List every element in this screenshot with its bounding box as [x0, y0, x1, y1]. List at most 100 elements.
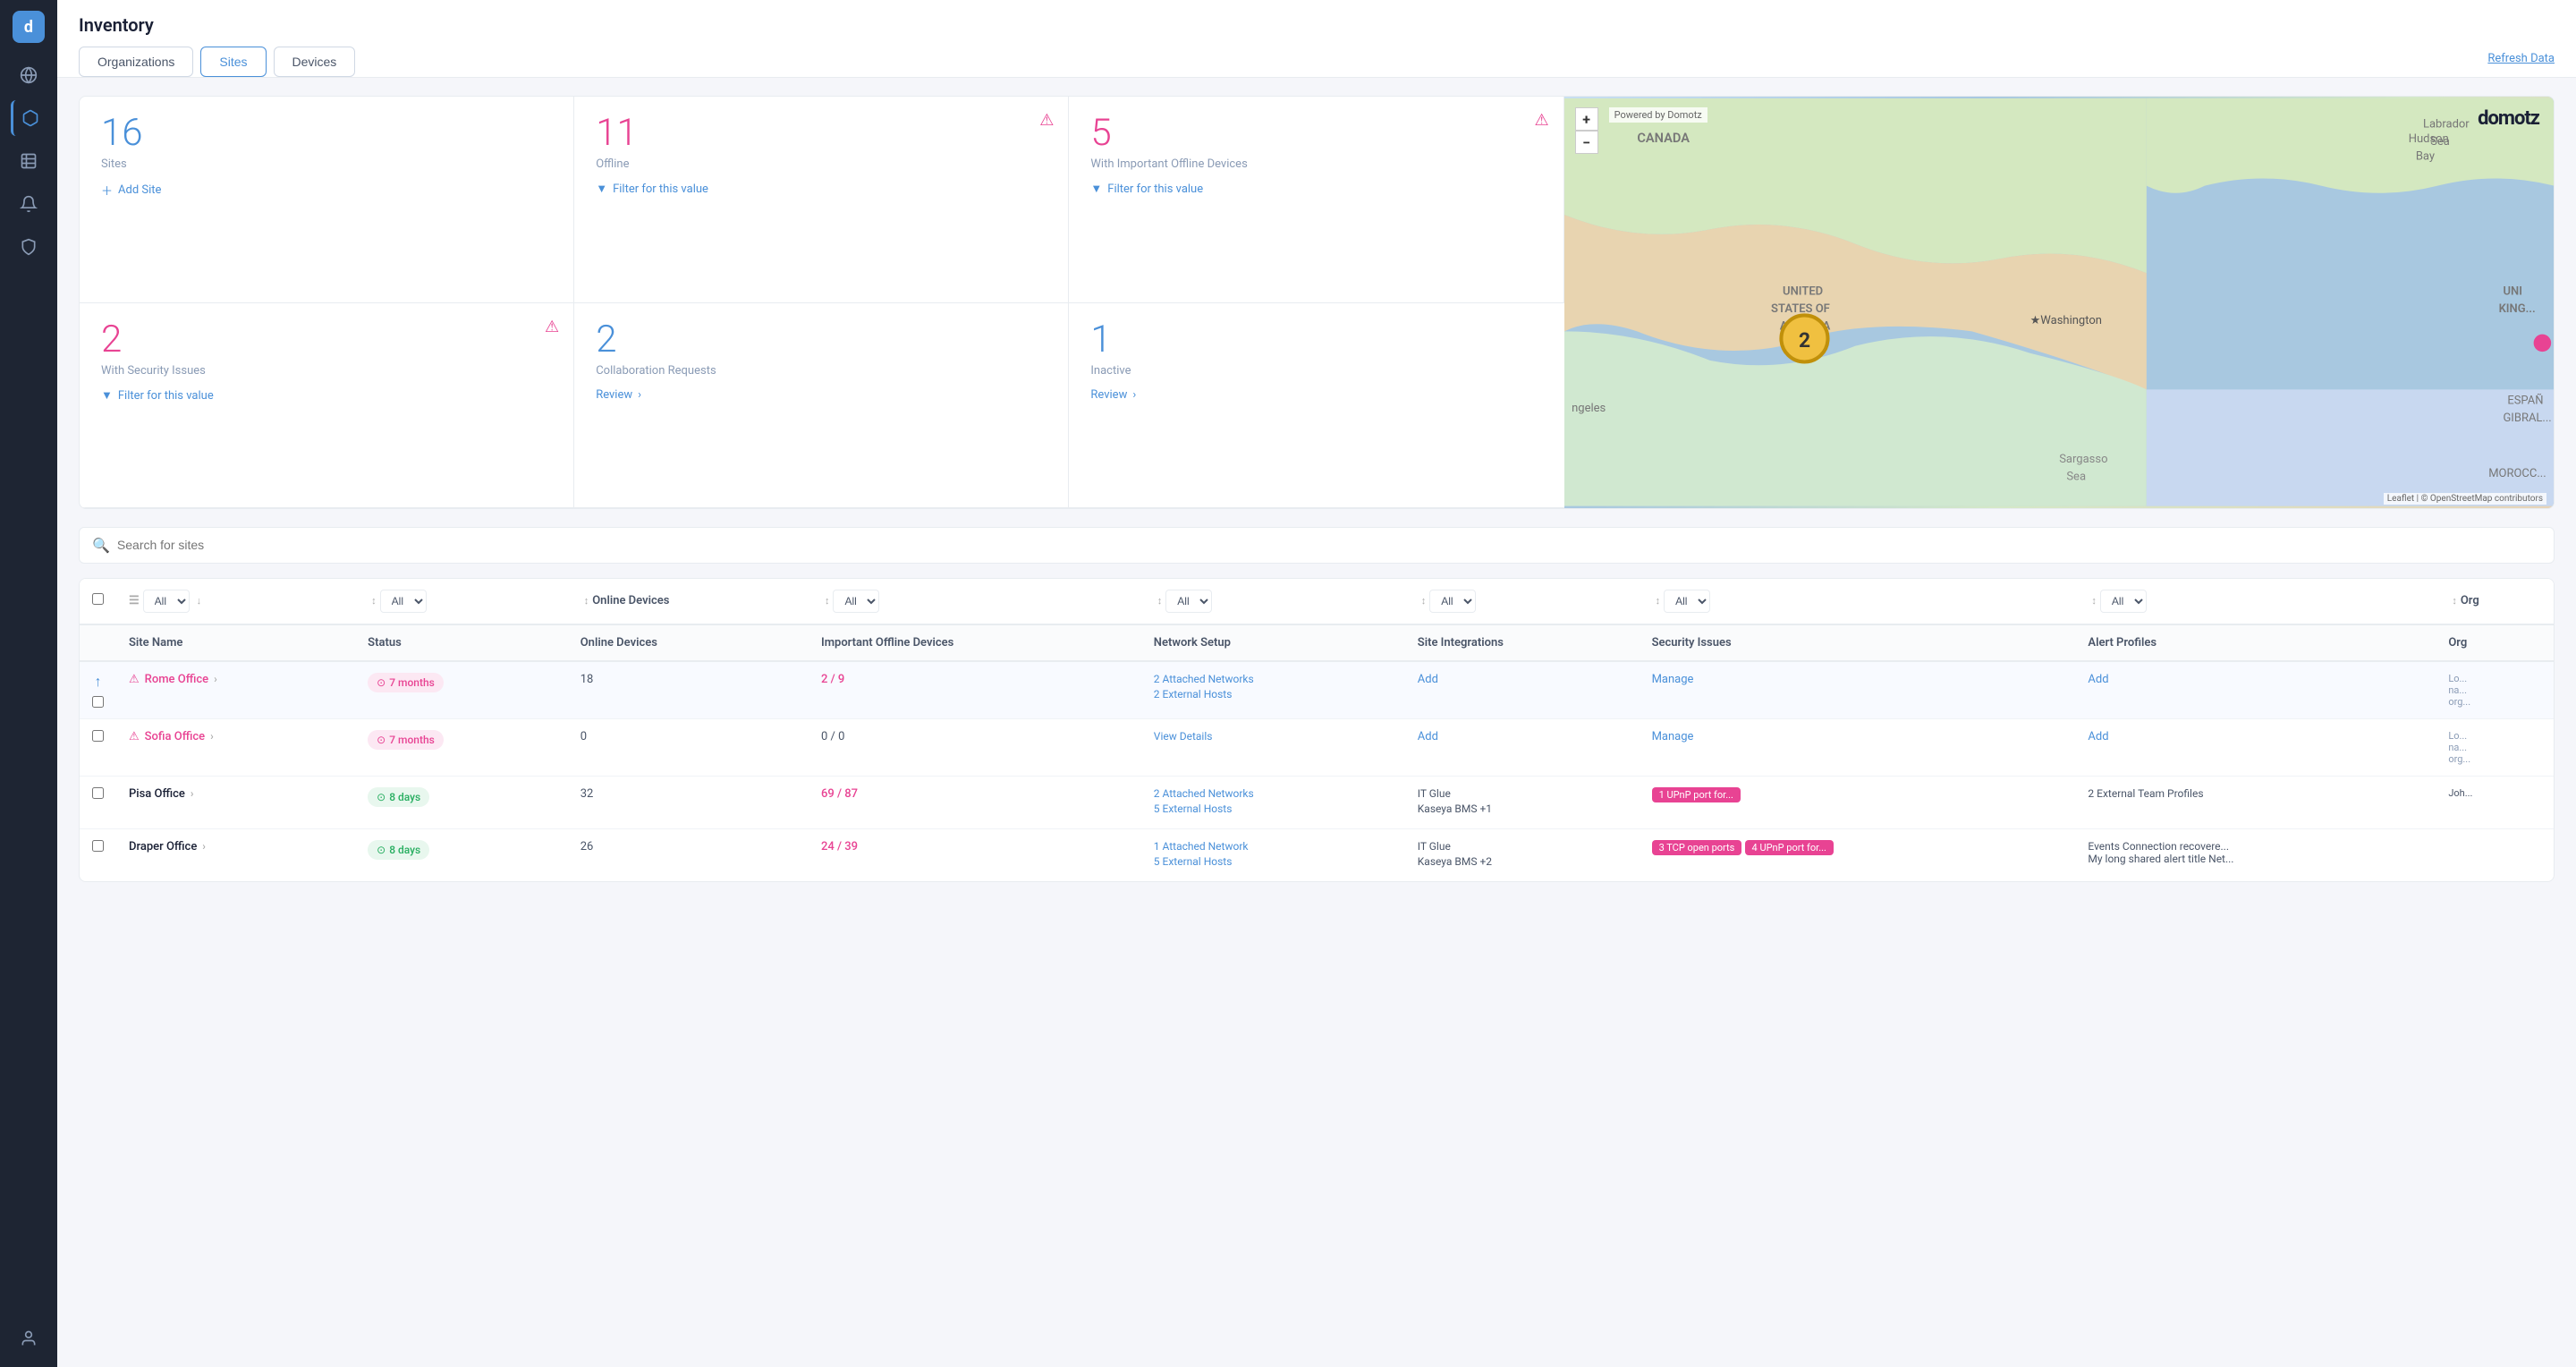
filter-icon-2: ▼: [1090, 182, 1102, 196]
stat-security-number: 2: [101, 321, 552, 359]
row-checkbox[interactable]: [92, 696, 104, 708]
draper-checkbox[interactable]: [92, 840, 104, 852]
sofia-add-integration[interactable]: Add: [1418, 730, 1438, 743]
filter-icon-3: ▼: [101, 388, 113, 403]
tab-sites[interactable]: Sites: [200, 47, 266, 77]
pisa-it-glue: IT Glue: [1418, 787, 1627, 800]
sofia-checkbox[interactable]: [92, 730, 104, 742]
map-zoom-in[interactable]: +: [1575, 107, 1598, 131]
status-filter[interactable]: All: [380, 590, 427, 613]
alerts-filter[interactable]: All: [2100, 590, 2147, 613]
search-input[interactable]: [117, 538, 2541, 552]
sort-icon-offline[interactable]: ↕: [825, 595, 830, 607]
map-attribution: Leaflet | © OpenStreetMap contributors: [2384, 493, 2546, 505]
filter-security-action[interactable]: ▼ Filter for this value: [101, 388, 552, 403]
status-col-header: Status: [355, 624, 568, 661]
pisa-office-link[interactable]: Pisa Office ›: [129, 787, 343, 801]
table-row: Pisa Office › ⊙ 8 days 32 69: [80, 776, 2554, 828]
page-title: Inventory: [79, 14, 2555, 36]
sidebar-item-alerts[interactable]: [11, 186, 47, 222]
header: Inventory Organizations Sites Devices Re…: [57, 0, 2576, 78]
rome-network-1[interactable]: 2 Attached Networks: [1154, 673, 1393, 685]
sofia-office-link[interactable]: ⚠ Sofia Office ›: [129, 730, 343, 743]
draper-tcp-badge: 3 TCP open ports: [1652, 840, 1742, 855]
sort-icon-alerts[interactable]: ↕: [2091, 595, 2097, 607]
network-filter[interactable]: All: [1165, 590, 1212, 613]
pin-button[interactable]: ↑: [93, 673, 104, 692]
draper-network-2[interactable]: 5 External Hosts: [1154, 855, 1393, 868]
pisa-status-badge: ⊙ 8 days: [368, 787, 429, 807]
sofia-status-cell: ⊙ 7 months: [355, 718, 568, 776]
sofia-add-alert[interactable]: Add: [2088, 730, 2108, 743]
sidebar-item-inventory[interactable]: [11, 100, 47, 136]
site-name-col-header: Site Name: [116, 624, 355, 661]
draper-alert-1: Events Connection recovere...: [2088, 840, 2249, 853]
map-zoom-out[interactable]: −: [1575, 131, 1598, 154]
tab-devices[interactable]: Devices: [274, 47, 356, 77]
integration-filter[interactable]: All: [1429, 590, 1476, 613]
pisa-chevron: ›: [191, 787, 194, 800]
offline-filter[interactable]: All: [833, 590, 879, 613]
svg-text:Sea: Sea: [2430, 135, 2450, 149]
review-collab-action[interactable]: Review ›: [596, 388, 1046, 402]
draper-status-cell: ⊙ 8 days: [355, 828, 568, 881]
map-svg: CANADA Hudson Bay Labrador Sea UNITED ST…: [1564, 97, 2554, 508]
select-all-checkbox[interactable]: [92, 593, 104, 605]
rome-office-name: Rome Office: [145, 673, 208, 686]
svg-text:GIBRAL...: GIBRAL...: [2503, 412, 2551, 425]
sidebar-item-table[interactable]: [11, 143, 47, 179]
alert-icon-important: ⚠: [1534, 111, 1548, 130]
rome-office-link[interactable]: ⚠ Rome Office ›: [129, 673, 343, 686]
rome-manage-security[interactable]: Manage: [1652, 673, 1694, 686]
pisa-online-devices: 32: [568, 776, 809, 828]
sofia-view-details[interactable]: View Details: [1154, 730, 1393, 743]
sort-icon-integration[interactable]: ↕: [1421, 595, 1427, 607]
rome-alerts: Add: [2075, 661, 2436, 719]
filter-offline-action[interactable]: ▼ Filter for this value: [596, 182, 1046, 196]
rome-add-alert[interactable]: Add: [2088, 673, 2108, 686]
draper-office-link[interactable]: Draper Office ›: [129, 840, 343, 853]
app-logo[interactable]: d: [13, 11, 45, 43]
security-col-filter[interactable]: All: [1664, 590, 1710, 613]
sofia-org: Lo...na...org...: [2436, 718, 2554, 776]
rome-offline-devices: 2 / 9: [809, 661, 1141, 719]
alerts-col-header: Alert Profiles: [2075, 624, 2436, 661]
pisa-network-2[interactable]: 5 External Hosts: [1154, 802, 1393, 815]
rome-online-devices: 18: [568, 661, 809, 719]
add-site-action[interactable]: ＋ Add Site: [101, 182, 552, 199]
alert-dot: ⚠: [129, 673, 140, 686]
pisa-office-name: Pisa Office: [129, 787, 185, 801]
draper-chevron: ›: [202, 840, 206, 853]
sort-icon-org[interactable]: ↕: [2452, 595, 2457, 607]
sidebar-item-globe[interactable]: [11, 57, 47, 93]
sort-icon-name[interactable]: ↓: [197, 595, 202, 607]
sort-icon-network[interactable]: ↕: [1157, 595, 1163, 607]
rome-security: Manage: [1640, 661, 2076, 719]
sidebar-item-user[interactable]: [11, 1320, 47, 1356]
rome-add-integration[interactable]: Add: [1418, 673, 1438, 686]
filter-important-action[interactable]: ▼ Filter for this value: [1090, 182, 1541, 196]
rome-networks: 2 Attached Networks 2 External Hosts: [1141, 661, 1405, 719]
pisa-checkbox[interactable]: [92, 787, 104, 799]
tab-organizations[interactable]: Organizations: [79, 47, 193, 77]
sort-icon-online[interactable]: ↕: [584, 595, 589, 607]
sort-icon-security[interactable]: ↕: [1656, 595, 1661, 607]
pisa-network-1[interactable]: 2 Attached Networks: [1154, 787, 1393, 800]
site-name-cell: ⚠ Rome Office ›: [116, 661, 355, 719]
refresh-data-link[interactable]: Refresh Data: [2487, 52, 2555, 65]
draper-network-1[interactable]: 1 Attached Network: [1154, 840, 1393, 853]
sort-icon-status[interactable]: ↕: [371, 595, 377, 607]
sofia-status-label: 7 months: [389, 734, 435, 746]
site-name-filter[interactable]: All: [143, 590, 190, 613]
add-site-label: Add Site: [118, 183, 161, 197]
sidebar-item-security[interactable]: [11, 229, 47, 265]
rome-network-2[interactable]: 2 External Hosts: [1154, 688, 1393, 700]
main-content: Inventory Organizations Sites Devices Re…: [57, 0, 2576, 1367]
stat-collab-number: 2: [596, 321, 1046, 359]
svg-text:Sargasso: Sargasso: [2059, 453, 2107, 466]
stat-important-number: 5: [1090, 115, 1541, 152]
clock-icon-draper: ⊙: [377, 844, 386, 856]
sofia-manage-security[interactable]: Manage: [1652, 730, 1694, 743]
review-inactive-action[interactable]: Review ›: [1090, 388, 1542, 402]
network-col-header: Network Setup: [1141, 624, 1405, 661]
